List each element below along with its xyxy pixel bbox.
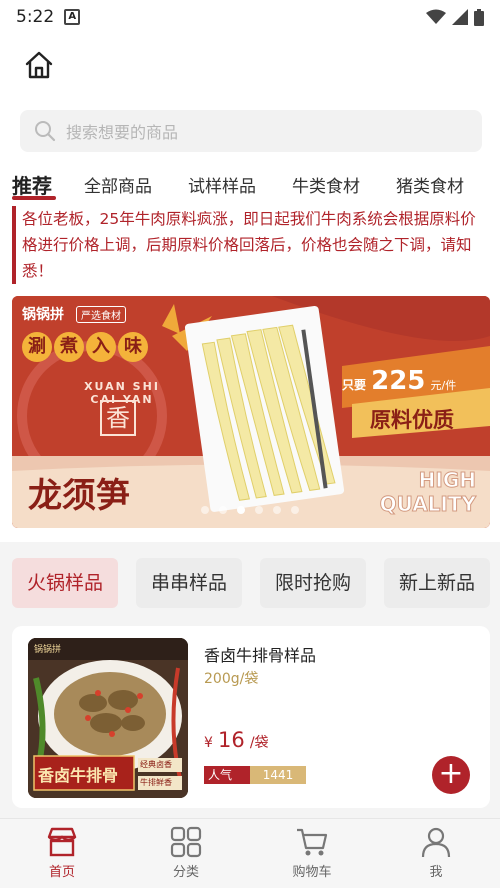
product-name[interactable]: 香卤牛排骨样品 <box>204 642 316 666</box>
banner-brand: 锅锅拼 <box>22 307 64 323</box>
category-tabs: 推荐 全部商品 试样样品 牛类食材 猪类食材 <box>0 160 500 204</box>
active-tab-underline <box>12 196 56 200</box>
grid-icon <box>170 826 202 858</box>
price-currency: ¥ <box>204 735 213 751</box>
carousel-dot-active[interactable] <box>237 506 245 514</box>
carousel-dot[interactable] <box>291 506 299 514</box>
cart-icon <box>297 828 328 856</box>
signal-icon <box>452 9 468 25</box>
banner-quality: 原料优质 <box>370 408 454 432</box>
nav-home-label: 首页 <box>48 865 75 880</box>
notice-text: 各位老板，25年牛肉原料疯涨，即日起我们牛肉系统会根据原料价格进行价格上调，后期… <box>22 210 476 280</box>
home-icon[interactable] <box>24 50 54 80</box>
thumb-title: 香卤牛排骨 <box>38 766 119 785</box>
popularity-label: 人气 <box>204 766 250 784</box>
price-prefix: 只要 <box>342 378 367 392</box>
nav-cart-label: 购物车 <box>292 865 332 880</box>
price-value: 225 <box>371 366 426 396</box>
product-spec: 200g/袋 <box>204 671 259 687</box>
top-bar <box>0 34 500 100</box>
tab-samples[interactable]: 试样样品 <box>188 172 256 197</box>
subtab-hotpot[interactable]: 火锅样品 <box>12 558 118 608</box>
nav-profile[interactable]: 我 <box>396 825 476 880</box>
carousel-dot[interactable] <box>201 506 209 514</box>
tab-all-products[interactable]: 全部商品 <box>84 172 152 197</box>
app-notification-icon: A <box>64 9 81 25</box>
battery-icon <box>474 8 484 26</box>
subtab-skewer[interactable]: 串串样品 <box>136 558 242 608</box>
nav-profile-label: 我 <box>429 865 443 880</box>
search-placeholder: 搜索想要的商品 <box>66 123 179 142</box>
add-to-cart-button[interactable]: + <box>432 756 470 794</box>
carousel-dot[interactable] <box>255 506 263 514</box>
search-icon <box>35 121 56 142</box>
subtab-flash-sale[interactable]: 限时抢购 <box>260 558 366 608</box>
badge-row: 涮 煮 入 味 <box>22 332 148 362</box>
notice-accent-bar <box>12 206 16 284</box>
price-unit: /袋 <box>249 735 269 751</box>
status-time: 5:22 <box>16 7 55 27</box>
nav-cart[interactable]: 购物车 <box>272 825 352 880</box>
store-icon <box>47 827 77 857</box>
nav-category[interactable]: 分类 <box>146 825 226 880</box>
status-bar: 5:22 A <box>0 0 500 34</box>
banner-brand-tag: 严选食材 <box>76 306 126 323</box>
user-icon <box>421 827 451 858</box>
badge-char-2: 煮 <box>54 332 84 362</box>
tab-pork[interactable]: 猪类食材 <box>396 172 464 197</box>
thumb-brand: 锅锅拼 <box>34 645 62 655</box>
nav-home[interactable]: 首页 <box>22 825 102 880</box>
thumb-tag-1: 经典卤香 <box>140 760 172 769</box>
bottom-nav: 首页 分类 购物车 我 <box>0 818 500 888</box>
badge-char-4: 味 <box>118 332 148 362</box>
search-input[interactable]: 搜索想要的商品 <box>20 110 482 152</box>
popularity-count: 1441 <box>250 766 306 784</box>
carousel-dots <box>0 506 500 514</box>
popularity-badge: 人气 1441 <box>204 766 306 784</box>
tab-recommend[interactable]: 推荐 <box>12 170 52 199</box>
sub-category-tabs: 火锅样品 串串样品 限时抢购 新上新品 <box>0 542 500 624</box>
banner-price: 只要 225 元/件 <box>342 366 456 396</box>
product-price: ¥ 16 /袋 <box>204 728 269 752</box>
product-thumbnail[interactable]: 锅锅拼 香卤牛排骨 经典卤香 牛排鲜香 <box>28 638 188 798</box>
tab-beef[interactable]: 牛类食材 <box>292 172 360 197</box>
carousel-dot[interactable] <box>219 506 227 514</box>
carousel-dot[interactable] <box>273 506 281 514</box>
price-amount: 16 <box>218 728 245 752</box>
product-card[interactable]: 锅锅拼 香卤牛排骨 经典卤香 牛排鲜香 香卤牛排骨样品 200g/袋 ¥ 16 … <box>12 626 490 808</box>
thumb-tag-2: 牛排鲜香 <box>140 778 172 787</box>
badge-char-1: 涮 <box>22 332 52 362</box>
price-unit: 元/件 <box>430 379 457 392</box>
promo-banner[interactable]: 锅锅拼 严选食材 涮 煮 入 味 XUAN SHI CAI YAN 香 只要 2… <box>12 296 490 528</box>
banner-english-1: HIGH <box>418 468 476 493</box>
notice-panel: 各位老板，25年牛肉原料疯涨，即日起我们牛肉系统会根据原料价格进行价格上调，后期… <box>0 204 500 290</box>
badge-char-3: 入 <box>86 332 116 362</box>
search-area: 搜索想要的商品 <box>0 100 500 160</box>
wifi-icon <box>426 9 446 24</box>
nav-category-label: 分类 <box>172 865 199 880</box>
subtab-new-arrivals[interactable]: 新上新品 <box>384 558 490 608</box>
stamp-char: 香 <box>100 400 136 436</box>
